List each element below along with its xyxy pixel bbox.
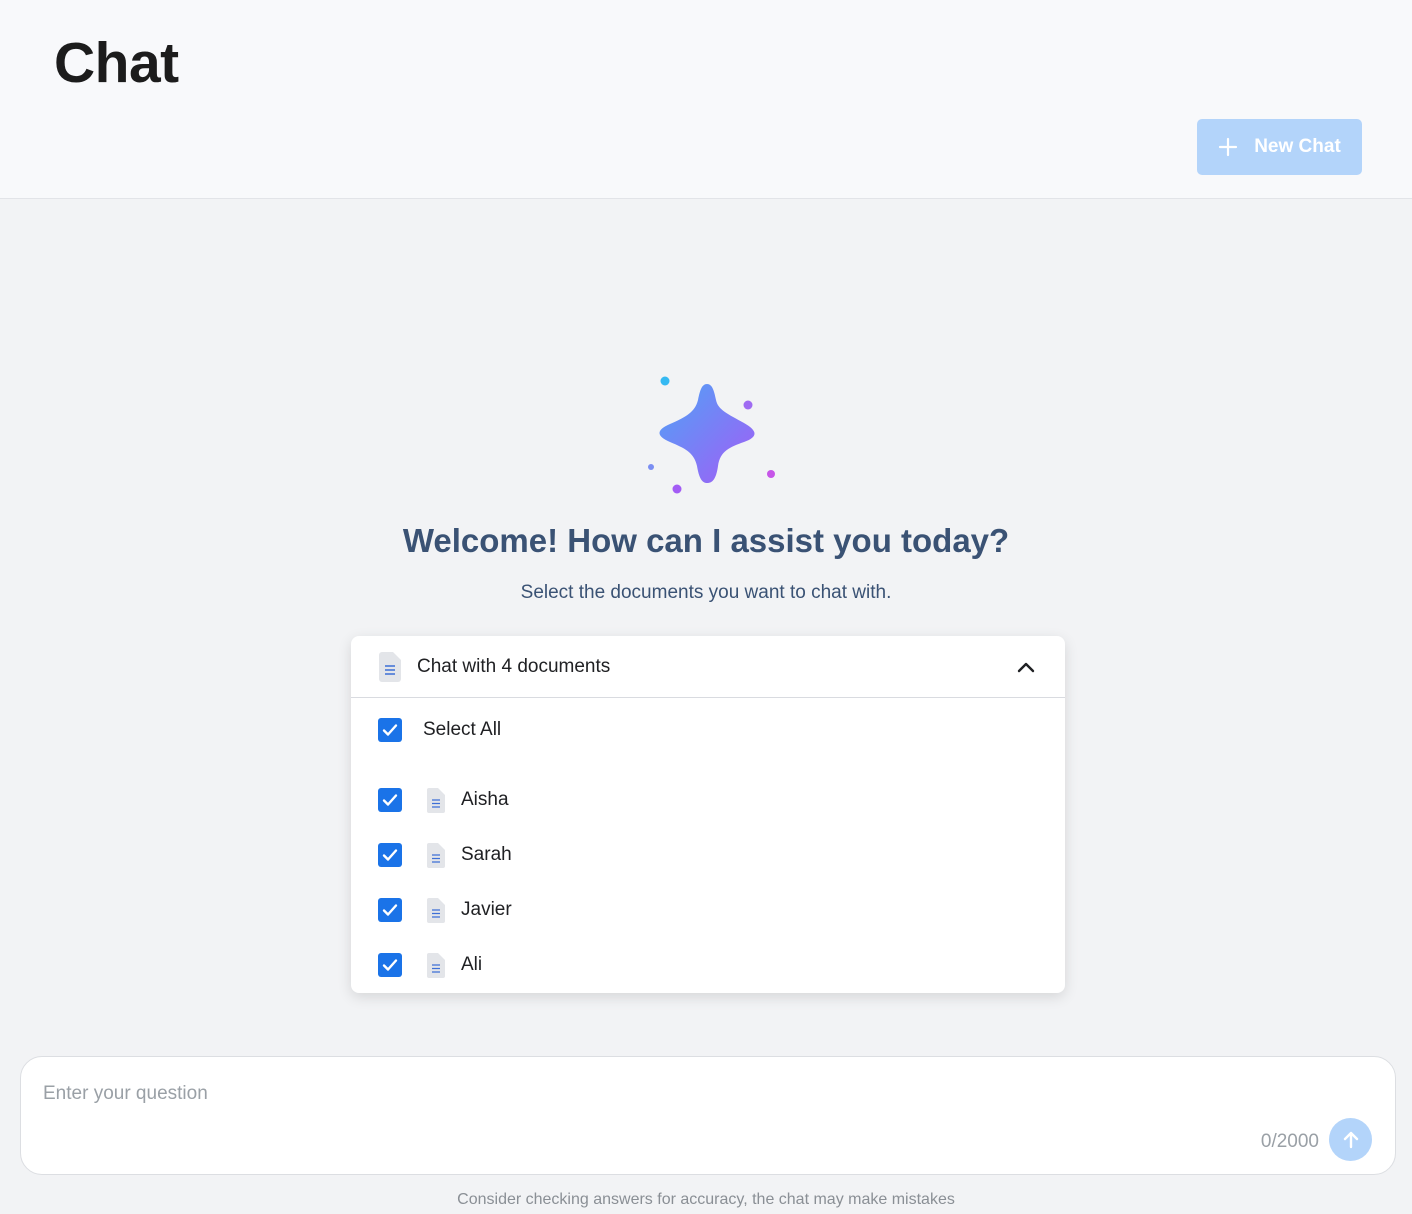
document-option[interactable]: Ali [351,945,1065,985]
sparkle-icon [640,370,780,500]
new-chat-label: New Chat [1254,136,1341,157]
page-title: Chat [54,31,179,95]
question-input[interactable] [43,1079,1143,1109]
document-label: Aisha [461,789,509,810]
document-checkbox[interactable] [378,898,402,922]
document-icon [426,897,446,929]
document-selector: Chat with 4 documents Select All Aisha S… [351,636,1065,993]
arrow-up-icon [1343,1131,1358,1148]
check-icon [382,959,398,971]
document-option[interactable]: Javier [351,890,1065,930]
check-icon [382,794,398,806]
document-checkbox[interactable] [378,843,402,867]
check-icon [382,904,398,916]
question-composer: 0/2000 [20,1056,1396,1175]
chevron-up-icon[interactable] [1015,656,1037,683]
document-option[interactable]: Aisha [351,780,1065,820]
select-all-option[interactable]: Select All [351,710,1065,750]
document-option[interactable]: Sarah [351,835,1065,875]
check-icon [382,724,398,736]
document-icon [378,651,402,688]
plus-icon [1218,137,1238,157]
document-selector-toggle[interactable]: Chat with 4 documents [351,636,1065,698]
page-header: Chat New Chat [0,0,1412,199]
welcome-subtitle: Select the documents you want to chat wi… [520,582,892,603]
document-icon [426,952,446,984]
document-icon [426,787,446,819]
accuracy-disclaimer: Consider checking answers for accuracy, … [457,1191,955,1208]
select-all-label: Select All [423,719,502,740]
document-checkbox[interactable] [378,953,402,977]
document-selector-summary: Chat with 4 documents [417,656,611,677]
welcome-heading: Welcome! How can I assist you today? [402,522,1010,559]
document-label: Ali [461,954,483,975]
document-checkbox[interactable] [378,788,402,812]
check-icon [382,849,398,861]
document-icon [426,842,446,874]
select-all-checkbox[interactable] [378,718,402,742]
send-button[interactable] [1329,1118,1372,1161]
character-counter: 0/2000 [1260,1131,1319,1152]
document-label: Sarah [461,844,512,865]
new-chat-button[interactable]: New Chat [1197,119,1362,175]
document-label: Javier [461,899,512,920]
